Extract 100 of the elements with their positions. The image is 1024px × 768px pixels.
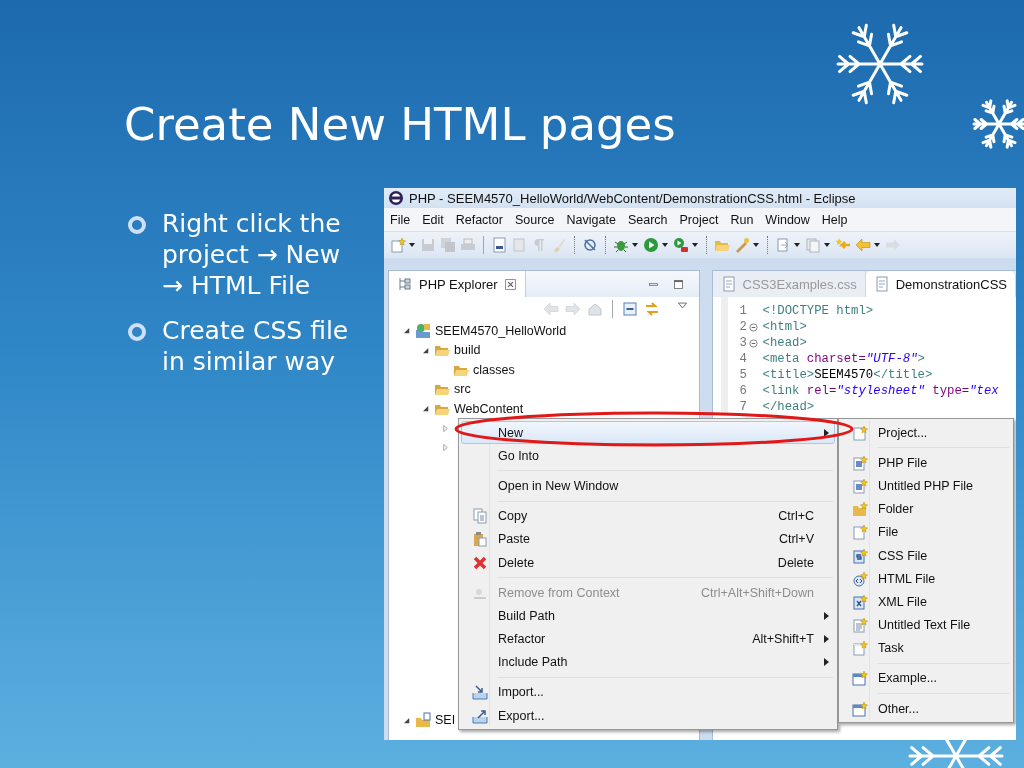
code-line: <meta charset="UTF-8"> [762,352,925,366]
new-php-file-icon [852,477,868,494]
export-icon [472,707,488,724]
run-external-icon[interactable] [673,237,689,253]
menu-item[interactable]: Window [765,210,810,229]
line-number: 7 [739,400,748,414]
menu-item[interactable]: Project [679,210,719,229]
caret-icon[interactable] [661,241,669,249]
menu-item[interactable]: Search [627,210,668,229]
menu-item[interactable]: File [390,210,411,229]
caret-icon[interactable] [691,241,699,249]
project-folder-icon [415,712,431,729]
menu-item[interactable]: Import... [461,680,835,705]
menu-item[interactable]: Go Into [461,444,835,468]
line-number: 4 [739,352,748,366]
new-html-file-icon [852,570,868,587]
maximize-icon[interactable] [671,277,685,291]
caret-icon[interactable] [752,241,760,249]
new-file-icon [852,524,868,541]
copy-icon [472,508,488,525]
source-file-icon [873,276,890,292]
tree-item[interactable]: src [454,382,471,397]
menu-item[interactable]: Source [514,210,555,229]
menu-item[interactable]: Untitled Text File [841,613,1011,637]
caret-icon[interactable] [873,241,881,249]
menu-item[interactable]: Edit [422,210,444,229]
code-line: <title>SEEM4570</title> [762,368,933,382]
expanded-arrow-icon[interactable] [423,405,430,413]
new-php-file-icon [852,454,868,471]
caret-icon[interactable] [793,241,801,249]
line-number: 2 [739,320,748,334]
link-arrows-icon[interactable] [643,301,660,317]
tree-item[interactable]: classes [473,362,515,377]
menu-item[interactable]: PHP File [841,451,1011,475]
editor-tab[interactable]: DemonstrationCSS [865,271,1016,297]
fold-icon[interactable] [748,338,758,348]
new-css-file-icon [852,547,868,564]
menu-item[interactable]: Refactor [455,210,503,229]
new-text-file-icon [852,617,868,634]
project-icon [415,322,431,339]
line-number: 1 [739,304,748,318]
menu-item[interactable]: Paste Ctrl+V [461,527,835,551]
menu-item[interactable]: Run [730,210,754,229]
binary-file-icon[interactable] [491,237,507,253]
tree-item[interactable]: build [454,343,481,358]
menu-item[interactable]: Copy Ctrl+C [461,504,835,528]
menu-item[interactable]: Example... [841,666,1011,691]
caret-icon[interactable] [631,241,639,249]
close-icon[interactable] [503,277,517,291]
menu-item[interactable]: Untitled PHP File [841,474,1011,498]
hierarchy-icon [397,276,413,292]
slashed-circle-icon[interactable] [582,237,598,253]
wizard-window-icon [852,670,868,687]
menu-item[interactable]: Export... [461,704,835,728]
new-project-icon [852,424,868,441]
collapsed-arrow-icon[interactable] [442,424,449,432]
bullet-icon [128,323,146,341]
source-file-icon [720,276,737,292]
line-number: 3 [739,336,748,350]
slide-title: Create New HTML pages [124,98,676,152]
code-line: <link rel="stylesheet" type="tex [762,384,999,398]
expanded-arrow-icon[interactable] [404,716,411,724]
snowflake-icon [972,99,1024,149]
window-title: PHP - SEEM4570_HelloWorld/WebContent/DemonstrationCSS.html - Eclipse [409,190,856,206]
eclipse-icon [388,190,404,206]
explorer-tab[interactable]: PHP Explorer [389,271,526,297]
menu-item[interactable]: Project... [841,421,1011,445]
menu-item[interactable]: Refactor Alt+Shift+T [461,627,835,651]
run-icon[interactable] [643,237,659,253]
expanded-arrow-icon[interactable] [423,346,430,354]
tree-item[interactable]: SEI [435,713,456,728]
menu-item[interactable]: Include Path [461,650,835,674]
snowflake-icon [836,23,924,105]
import-icon [472,684,488,701]
menu-item[interactable]: Help [821,210,848,229]
clipboard-icon [472,531,488,548]
collapsed-arrow-icon[interactable] [442,444,449,452]
menu-item[interactable]: File [841,520,1011,544]
caret-icon[interactable] [408,241,416,249]
menu-item[interactable]: Task [841,636,1011,660]
line-number: 6 [739,384,748,398]
menu-item[interactable]: Other... [841,697,1011,721]
wizard-window-icon [852,700,868,717]
bullet-text: Right click the project → New → HTML File [162,208,342,301]
menu-item[interactable]: Folder [841,497,1011,521]
fold-icon[interactable] [748,322,758,332]
menu-item[interactable]: CSS File [841,543,1011,568]
new-folder-icon [852,501,868,518]
code-line: <head> [762,336,807,350]
menu-item[interactable]: Open in New Window [461,474,835,498]
menu-item[interactable]: Build Path [461,604,835,628]
menu-item[interactable]: Navigate [566,210,616,229]
collapse-all-icon[interactable] [621,301,638,317]
caret-icon[interactable] [823,241,831,249]
expanded-arrow-icon[interactable] [404,327,411,335]
tree-item[interactable]: WebContent [454,401,524,416]
menu-item[interactable]: HTML File [841,567,1011,591]
tree-item[interactable]: SEEM4570_HelloWorld [435,323,567,338]
menu-item[interactable]: Delete Delete [461,550,835,575]
menu-item[interactable]: XML File [841,590,1011,614]
